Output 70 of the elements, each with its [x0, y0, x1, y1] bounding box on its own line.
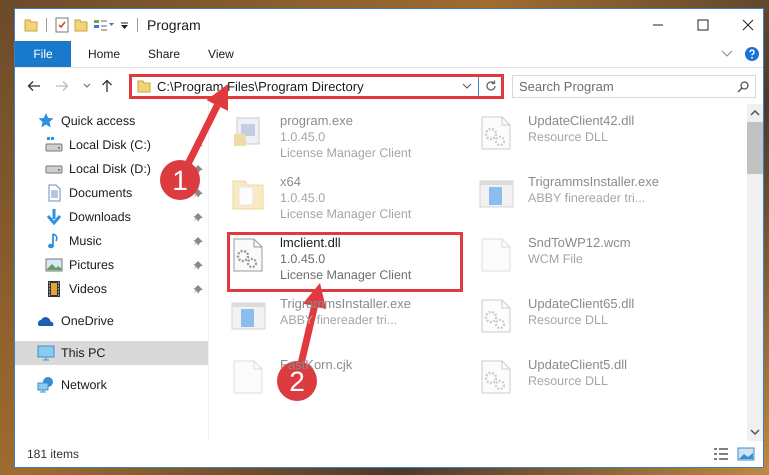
file-detail: 1.0.45.0 [280, 190, 326, 206]
drive-icon [45, 136, 63, 154]
navigation-item[interactable]: OneDrive [37, 312, 114, 330]
properties-icon[interactable] [93, 18, 115, 32]
up-icon[interactable] [101, 79, 113, 93]
pin-icon[interactable] [194, 284, 204, 294]
callout-number: 1 [172, 165, 188, 196]
file-detail: Resource DLL [528, 373, 609, 389]
file-detail: WCM File [528, 251, 584, 267]
file-detail: Resource DLL [528, 312, 609, 328]
drive-icon [45, 164, 63, 174]
navigation-item[interactable]: Videos [45, 280, 107, 298]
details-view-icon[interactable] [713, 447, 729, 461]
star-icon [37, 112, 55, 130]
pin-icon[interactable] [194, 236, 204, 246]
scrollbar-thumb[interactable] [747, 122, 763, 174]
navigation-item[interactable]: Documents [45, 184, 132, 202]
navigation-item[interactable]: Music [45, 232, 102, 250]
navigation-item[interactable]: Pictures [45, 256, 114, 274]
recent-locations-icon[interactable] [83, 83, 91, 89]
window-title: Program [147, 17, 201, 33]
ribbon-tab[interactable]: View [194, 41, 248, 67]
forward-icon[interactable] [55, 80, 69, 92]
back-icon[interactable] [27, 80, 41, 92]
navigation-item[interactable]: This PC [37, 344, 106, 362]
navigation-item[interactable]: Quick access [37, 112, 136, 130]
pin-icon[interactable] [194, 212, 204, 222]
pin-icon[interactable] [194, 188, 204, 198]
file-detail: License Manager Client [280, 267, 412, 283]
folder-icon[interactable] [74, 18, 88, 32]
checklist-icon[interactable] [55, 17, 69, 33]
dropdown-caret-icon[interactable] [462, 83, 472, 89]
dropdown-caret-icon[interactable] [120, 20, 129, 30]
file-detail: 1.0.45.0 [280, 129, 326, 145]
scrollbar[interactable] [747, 104, 763, 441]
navigation-item[interactable]: Network [37, 376, 107, 394]
scroll-down-icon[interactable] [750, 429, 760, 435]
search-field[interactable]: Search Program [512, 74, 756, 98]
film-icon [45, 280, 63, 298]
picture-icon [45, 256, 63, 274]
monitor-icon [37, 344, 55, 362]
callout-badge [160, 160, 200, 200]
file-detail: 1.0.45.0 [280, 251, 326, 267]
expand-ribbon-icon[interactable] [721, 50, 733, 58]
file-detail: License Manager Client [280, 206, 412, 222]
address-bar[interactable]: C:\Program Files\Program Directory [129, 74, 504, 98]
tiles-view-icon[interactable] [737, 447, 755, 461]
pin-icon[interactable] [194, 260, 204, 270]
item-count: 181 items [27, 447, 80, 461]
file-detail: Resource DLL [528, 129, 609, 145]
file-detail: ABBY finereader tri... [528, 190, 646, 206]
navigation-item[interactable]: Local Disk (C:) [45, 136, 151, 154]
file-name[interactable]: lmclient.dll [280, 235, 412, 251]
close-icon[interactable] [742, 19, 754, 31]
navigation-item[interactable]: Local Disk (D:) [45, 162, 151, 176]
folder-icon[interactable] [24, 18, 38, 32]
folder-icon [137, 79, 151, 93]
maximize-icon[interactable] [697, 19, 709, 31]
network-icon [37, 376, 55, 394]
file-detail: License Manager Client [280, 145, 412, 161]
ribbon-tab[interactable]: Home [74, 41, 134, 67]
search-icon[interactable] [737, 80, 749, 92]
navigation-item[interactable]: Downloads [45, 208, 131, 226]
address-path: C:\Program Files\Program Directory [157, 78, 365, 94]
ribbon-tab[interactable]: Share [134, 41, 194, 67]
refresh-icon[interactable] [485, 80, 497, 92]
file-menu-tab[interactable]: File [15, 41, 71, 67]
down-arrow-icon [45, 208, 63, 226]
help-icon[interactable] [745, 47, 759, 61]
scroll-up-icon[interactable] [750, 110, 760, 116]
